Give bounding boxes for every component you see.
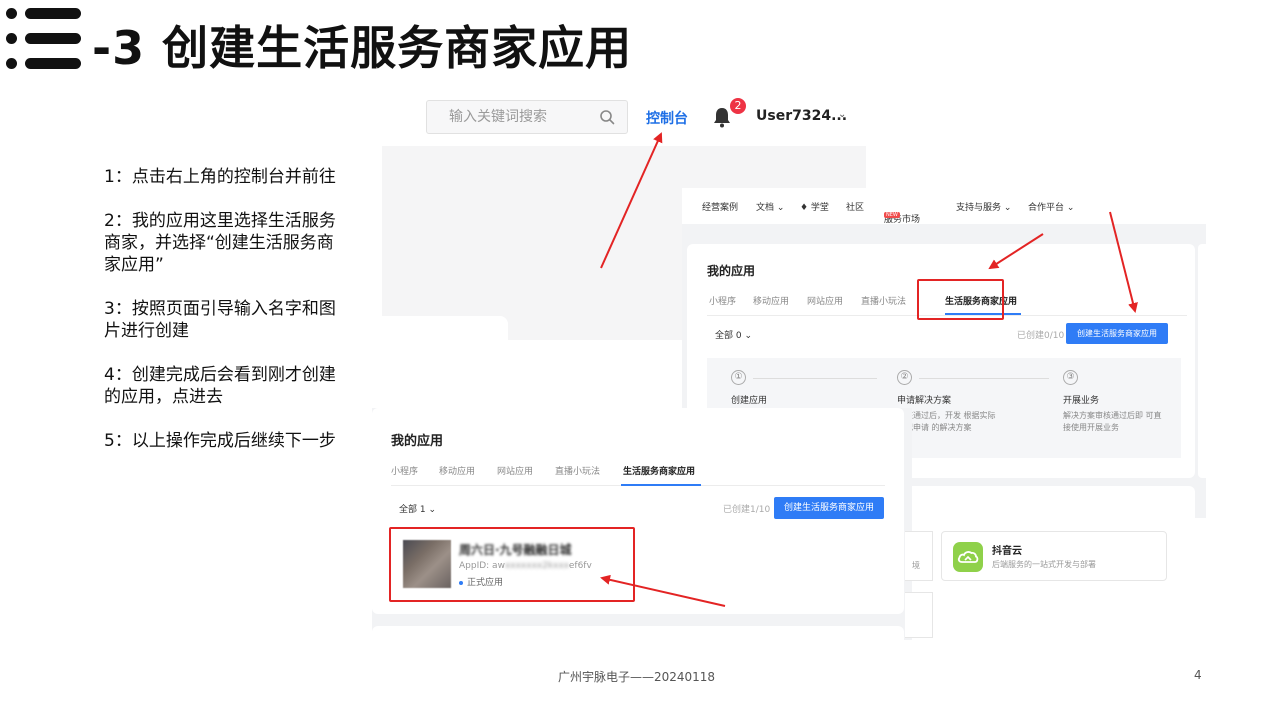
guide-step-2: ② 申请解决方案 审核通过后，开发 根据实际情况申请 的解决方案	[897, 370, 996, 432]
instruction-list: 1：点击右上角的控制台并前往 2：我的应用这里选择生活服务商家，并选择“创建生活…	[104, 166, 336, 474]
tile-partial-text: 境	[912, 561, 920, 570]
instruction-step-4: 4：创建完成后会看到刚才创建的应用，点进去	[104, 365, 336, 407]
nav-item-partner[interactable]: 合作平台 ⌄	[1028, 200, 1074, 213]
list-menu-icon	[6, 8, 82, 70]
new-badge: NEW	[884, 212, 900, 218]
douyin-cloud-tile[interactable]: 抖音云 后端服务的一站式开发与部署	[941, 531, 1167, 581]
tab-web-app[interactable]: 网站应用	[497, 464, 533, 477]
tab-life-service[interactable]: 生活服务商家应用	[623, 464, 695, 477]
page-number: 4	[1194, 668, 1202, 682]
cloud-title: 抖音云	[992, 546, 1022, 557]
app-type-tabs: 小程序 移动应用 网站应用 直播小玩法 生活服务商家应用	[391, 460, 885, 486]
console-topbar: 控制台 2 User7324... ⌄	[382, 86, 866, 146]
search-icon[interactable]	[599, 109, 615, 125]
nav-item-cases[interactable]: 经营案例	[702, 200, 738, 213]
card-edge	[382, 316, 508, 340]
tab-live-play[interactable]: 直播小玩法	[555, 464, 600, 477]
search-input[interactable]	[427, 101, 597, 133]
bell-icon[interactable]	[712, 106, 732, 128]
tab-live-play[interactable]: 直播小玩法	[861, 294, 906, 307]
nav-item-community[interactable]: 社区	[846, 200, 864, 213]
app-filter-dropdown[interactable]: 全部 1 ⌄	[399, 502, 436, 515]
highlight-tab-box	[917, 279, 1004, 320]
nav-item-docs[interactable]: 文档 ⌄	[756, 200, 784, 213]
my-apps-heading: 我的应用	[707, 264, 756, 278]
instruction-step-2: 2：我的应用这里选择生活服务商家，并选择“创建生活服务商家应用”	[104, 211, 336, 275]
service-tile-partial[interactable]	[905, 531, 933, 581]
slide-footer: 广州宇脉电子——20240118	[557, 670, 716, 684]
cloud-desc: 后端服务的一站式开发与部署	[992, 560, 1096, 569]
guide-step-3: ③ 开展业务 解决方案审核通过后即 可直接使用开展业务	[1063, 370, 1162, 432]
chevron-down-icon[interactable]: ⌄	[838, 109, 846, 120]
tab-mini-program[interactable]: 小程序	[391, 464, 418, 477]
create-life-service-app-button[interactable]: 创建生活服务商家应用	[774, 497, 884, 519]
tab-web-app[interactable]: 网站应用	[807, 294, 843, 307]
lower-card	[372, 626, 904, 640]
nav-item-support[interactable]: 支持与服务 ⌄	[956, 200, 1011, 213]
app-filter-dropdown[interactable]: 全部 0 ⌄	[715, 328, 752, 341]
user-menu[interactable]: User7324...	[756, 108, 847, 124]
slide-title: -3 创建生活服务商家应用	[92, 21, 633, 75]
console-link[interactable]: 控制台	[646, 108, 688, 128]
instruction-step-3: 3：按照页面引导输入名字和图片进行创建	[104, 299, 336, 341]
service-tile-partial-2[interactable]	[905, 592, 933, 638]
tab-mobile-app[interactable]: 移动应用	[439, 464, 475, 477]
create-life-service-app-button[interactable]: 创建生活服务商家应用	[1066, 323, 1168, 344]
instruction-step-5: 5：以上操作完成后继续下一步	[104, 431, 336, 451]
my-apps-created-screenshot: 我的应用 小程序 移动应用 网站应用 直播小玩法 生活服务商家应用 全部 1 ⌄…	[372, 408, 912, 640]
app-count: 已创建1/10	[723, 505, 771, 515]
side-panel-edge	[1198, 244, 1206, 478]
nav-item-academy[interactable]: ♦ 学堂	[800, 200, 829, 213]
cloud-icon	[953, 542, 983, 572]
top-nav: 经营案例 文档 ⌄ ♦ 学堂 社区 服务市场 NEW 支持与服务 ⌄ 合作平台 …	[682, 188, 1206, 225]
search-box[interactable]	[426, 100, 628, 134]
active-tab-underline	[621, 484, 701, 486]
my-apps-heading: 我的应用	[391, 434, 444, 449]
tab-mini-program[interactable]: 小程序	[709, 294, 736, 307]
app-count: 已创建0/10	[1017, 331, 1065, 341]
guide-step-1: ① 创建应用	[731, 370, 768, 406]
highlight-app-card-box	[389, 527, 635, 602]
instruction-step-1: 1：点击右上角的控制台并前往	[104, 167, 336, 187]
tab-mobile-app[interactable]: 移动应用	[753, 294, 789, 307]
notification-badge: 2	[730, 98, 746, 114]
